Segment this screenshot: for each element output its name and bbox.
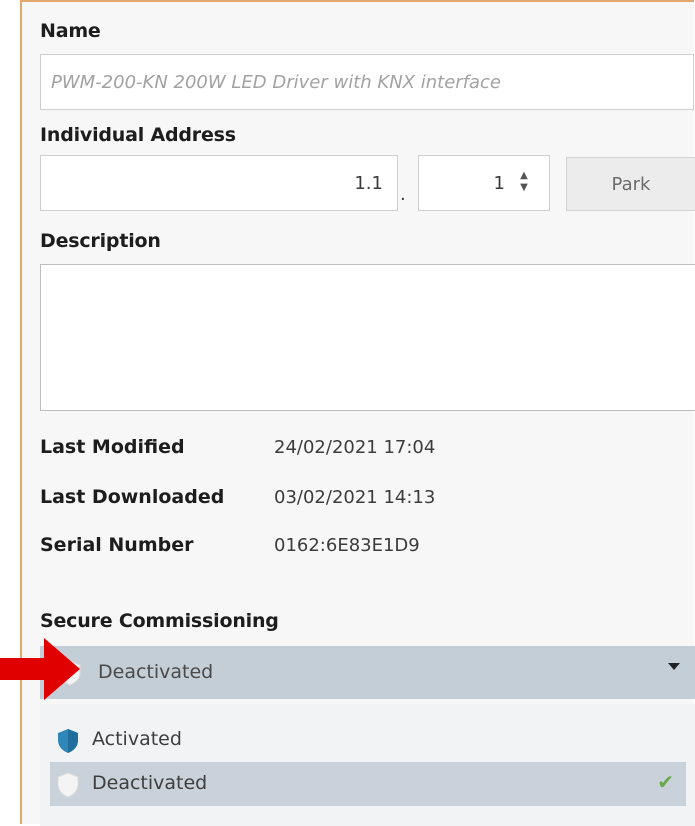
address-separator: . [400,184,406,205]
shield-activated-icon [58,729,78,753]
secure-commissioning-options: Activated Deactivated ✔ [40,704,695,826]
address-device-stepper[interactable]: 1 [418,155,550,211]
stepper-up-icon[interactable]: ▲ [520,170,528,182]
address-line-input[interactable]: 1.1 [40,155,398,211]
stepper-arrows[interactable]: ▲ ▼ [518,162,530,202]
address-device-value: 1 [493,172,505,194]
last-modified-value: 24/02/2021 17:04 [274,437,436,458]
shield-deactivated-icon [57,772,79,798]
individual-address-label: Individual Address [40,124,236,146]
dropdown-selected-value: Deactivated [98,661,214,683]
last-modified-label: Last Modified [40,436,185,458]
device-properties-panel: Name PWM-200-KN 200W LED Driver with KNX… [20,0,695,826]
park-button[interactable]: Park [566,157,695,211]
address-line-value: 1.1 [354,172,383,194]
description-textarea[interactable] [40,264,695,411]
serial-number-label: Serial Number [40,534,194,556]
last-downloaded-label: Last Downloaded [40,486,225,508]
name-input[interactable]: PWM-200-KN 200W LED Driver with KNX inte… [40,54,694,110]
name-label: Name [40,20,101,42]
annotation-arrow-icon [0,638,80,700]
name-input-value: PWM-200-KN 200W LED Driver with KNX inte… [51,71,501,93]
last-downloaded-value: 03/02/2021 14:13 [274,487,436,508]
checkmark-icon: ✔ [657,770,674,794]
stepper-down-icon[interactable]: ▼ [520,182,528,194]
park-button-label: Park [611,173,651,195]
secure-commissioning-label: Secure Commissioning [40,610,279,632]
option-deactivated[interactable]: Deactivated ✔ [50,762,686,806]
chevron-down-icon[interactable] [668,663,680,670]
secure-commissioning-dropdown[interactable]: Deactivated [40,646,695,699]
description-label: Description [40,230,161,252]
option-activated[interactable]: Activated [50,718,686,762]
option-deactivated-label: Deactivated [92,772,208,794]
option-activated-label: Activated [92,728,182,750]
serial-number-value: 0162:6E83E1D9 [274,535,420,556]
